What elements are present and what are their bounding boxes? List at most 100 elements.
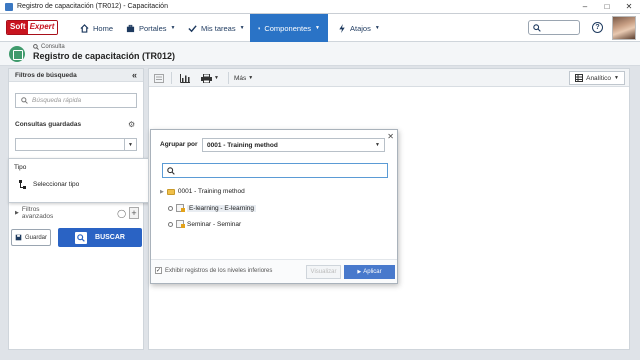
page-header: Consulta Registro de capacitación (TR012… — [0, 42, 640, 66]
chevron-down-icon: ▼ — [614, 75, 619, 81]
check-icon — [188, 24, 197, 32]
group-by-select[interactable]: 0001 - Training method ▼ — [202, 138, 385, 152]
quick-search-placeholder: Búsqueda rápida — [32, 97, 82, 104]
logo-text-b: Expert — [27, 21, 58, 34]
user-avatar[interactable] — [612, 16, 636, 40]
group-by-dialog: ✕ Agrupar por 0001 - Training method ▼ ▶… — [150, 129, 398, 284]
view-mode-select[interactable]: Analítico ▼ — [569, 71, 625, 85]
filter-panel: Filtros de búsqueda « Búsqueda rápida Co… — [8, 68, 144, 350]
search-icon — [167, 166, 175, 175]
search-icon — [533, 24, 541, 32]
apply-button[interactable]: ▶ Aplicar — [344, 265, 395, 279]
chevron-down-icon: ▼ — [315, 25, 320, 31]
view-mode-label: Analítico — [586, 74, 612, 82]
maximize-button[interactable]: □ — [596, 0, 618, 13]
results-toolbar: ▼ Más ▼ Analítico ▼ — [149, 69, 629, 87]
toolbar-more-button[interactable]: Más ▼ — [234, 72, 253, 84]
nav-mis-tareas-label: Mis tareas — [201, 23, 236, 33]
trophy-icon — [258, 26, 260, 30]
tree-node-label: Seminar - Seminar — [187, 220, 242, 228]
checkbox-checked-icon: ✓ — [155, 267, 162, 274]
window-title: Registro de capacitación (TR012) - Capac… — [17, 3, 168, 10]
nav-portales[interactable]: Portales ▼ — [126, 14, 175, 42]
view-icon — [154, 73, 164, 83]
toolbar-chart-button[interactable] — [180, 72, 190, 84]
softexpert-logo[interactable]: Soft Expert — [6, 20, 59, 35]
group-by-value: 0001 - Training method — [207, 141, 278, 149]
training-record-icon — [9, 46, 25, 62]
close-icon[interactable]: ✕ — [387, 132, 394, 141]
toolbar-view-button[interactable] — [154, 72, 164, 84]
dialog-footer: ✓ Exhibir registros de los niveles infer… — [151, 259, 397, 283]
view-button[interactable]: Visualizar — [306, 265, 341, 279]
search-icon — [21, 97, 28, 104]
lightning-icon — [339, 23, 345, 33]
chart-icon — [180, 73, 190, 83]
advanced-filters-row[interactable]: ▶ Filtros avanzados ◯ + — [15, 206, 139, 220]
filter-panel-header: Filtros de búsqueda « — [9, 69, 143, 82]
toolbar-more-label: Más — [234, 74, 247, 82]
page-title: Registro de capacitación (TR012) — [33, 51, 176, 61]
chevron-down-icon: ▼ — [375, 142, 380, 148]
search-icon — [77, 233, 85, 242]
toolbar-print-button[interactable]: ▼ — [201, 72, 219, 84]
collapse-panel-icon[interactable]: « — [132, 70, 137, 80]
tree-search-input[interactable] — [162, 163, 388, 178]
saved-queries-select[interactable]: ▼ — [15, 138, 137, 151]
briefcase-icon — [126, 24, 135, 32]
app-icon — [5, 2, 13, 11]
group-by-label: Agrupar por — [160, 141, 198, 148]
tree-node-label: E-learning - E-learning — [187, 204, 257, 212]
nav-mis-tareas[interactable]: Mis tareas ▼ — [188, 14, 245, 42]
clear-filters-icon[interactable]: ◯ — [117, 209, 126, 218]
apply-button-label: Aplicar — [363, 269, 382, 275]
saved-queries-label: Consultas guardadas — [15, 121, 82, 128]
tree-node-root[interactable]: ▶ 0001 - Training method — [160, 188, 245, 195]
grid-icon — [575, 74, 584, 82]
tree-node-e-learning[interactable]: E-learning - E-learning — [168, 204, 257, 212]
logo-text-a: Soft — [7, 21, 28, 34]
minimize-button[interactable]: – — [574, 0, 596, 13]
type-label: Tipo — [14, 164, 27, 171]
nav-atajos-label: Atajos — [350, 23, 371, 33]
nav-atajos[interactable]: Atajos ▼ — [338, 14, 380, 42]
breadcrumb: Consulta — [33, 44, 65, 50]
close-window-button[interactable]: ✕ — [618, 0, 640, 13]
expand-icon[interactable]: ▶ — [160, 189, 164, 195]
select-type-label: Seleccionar tipo — [33, 181, 80, 188]
quick-search-input[interactable]: Búsqueda rápida — [15, 93, 137, 108]
chevron-right-icon: ▶ — [357, 269, 362, 275]
search-button-icon-box — [75, 231, 88, 244]
nav-componentes[interactable]: Componentes ▼ — [250, 14, 328, 42]
breadcrumb-label: Consulta — [41, 44, 65, 50]
nav-portales-label: Portales — [139, 23, 167, 33]
add-filter-button[interactable]: + — [129, 207, 139, 219]
tree-node-label: 0001 - Training method — [177, 188, 245, 195]
hierarchy-icon — [19, 180, 26, 189]
search-button[interactable]: BUSCAR — [58, 228, 142, 247]
select-type-button[interactable]: Seleccionar tipo — [19, 180, 79, 189]
folder-icon — [166, 188, 175, 195]
chevron-down-icon: ▼ — [374, 25, 380, 31]
nav-home-label: Home — [93, 23, 114, 33]
help-icon[interactable]: ? — [592, 22, 603, 33]
save-icon — [15, 234, 22, 241]
type-filter-popover: Tipo Seleccionar tipo — [8, 158, 154, 203]
gear-icon[interactable]: ⚙ — [128, 120, 135, 129]
chevron-right-icon: ▶ — [15, 210, 19, 216]
nav-home[interactable]: Home — [80, 14, 113, 42]
show-lower-levels-checkbox[interactable]: ✓ Exhibir registros de los niveles infer… — [155, 267, 272, 274]
document-icon — [176, 220, 185, 228]
toolbar-separator — [171, 72, 172, 84]
toolbar-separator — [228, 72, 229, 84]
filter-panel-title: Filtros de búsqueda — [15, 71, 77, 79]
window-titlebar: Registro de capacitación (TR012) - Capac… — [0, 0, 640, 14]
chevron-down-icon: ▼ — [214, 75, 219, 81]
search-icon — [33, 44, 39, 50]
radio-icon — [168, 221, 173, 227]
save-query-button[interactable]: Guardar — [11, 229, 51, 246]
global-search-input[interactable] — [528, 20, 580, 35]
chevron-down-icon: ▼ — [124, 139, 136, 150]
tree-node-seminar[interactable]: Seminar - Seminar — [168, 220, 241, 228]
chevron-down-icon: ▼ — [239, 25, 245, 31]
